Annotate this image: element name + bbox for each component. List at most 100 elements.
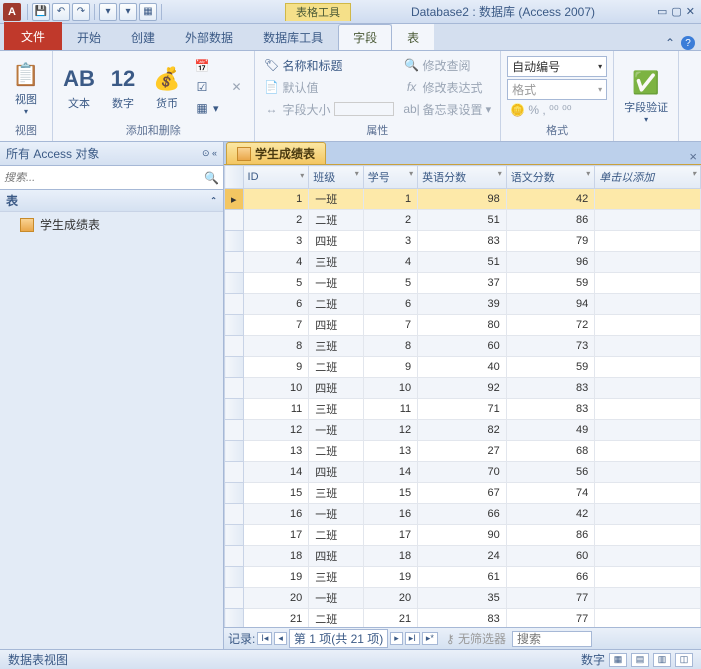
status-right-text: 数字 (581, 651, 605, 668)
qat-redo[interactable]: ↷ (72, 3, 90, 21)
format-opts: 🪙 % , ⁰⁰ ⁰⁰ (507, 102, 607, 118)
window-controls[interactable]: ▭▢✕ (655, 5, 697, 18)
tab-fields[interactable]: 字段 (338, 24, 392, 50)
format-combo[interactable]: 格式▾ (507, 79, 607, 100)
doc-tab[interactable]: 学生成绩表 (226, 142, 326, 164)
more-btn[interactable]: ▦▾ (191, 99, 222, 117)
group-format-label: 格式 (507, 121, 607, 139)
nav-item-student-scores[interactable]: 学生成绩表 (0, 212, 223, 237)
search-icon[interactable]: 🔍 (204, 171, 219, 185)
table-row[interactable]: 11三班117183 (225, 399, 701, 420)
delete-btn[interactable]: ✕ (226, 78, 248, 96)
view-button[interactable]: 📋视图▾ (6, 57, 46, 118)
view-datasheet[interactable]: ▦ (609, 653, 627, 667)
close-tab-button[interactable]: × (689, 149, 697, 164)
table-row[interactable]: 15三班156774 (225, 483, 701, 504)
tab-create[interactable]: 创建 (116, 24, 170, 50)
table-row[interactable]: 16一班166642 (225, 504, 701, 525)
table-row[interactable]: 21二班218377 (225, 609, 701, 628)
datetime-btn[interactable]: 📅 (191, 57, 222, 75)
table-row[interactable]: 10四班109283 (225, 378, 701, 399)
nav-new[interactable]: ▸* (422, 632, 438, 645)
nav-pane: 所有 Access 对象⊙ « 🔍 表⌃ 学生成绩表 (0, 142, 224, 649)
table-row[interactable]: 2二班25186 (225, 210, 701, 231)
nav-header[interactable]: 所有 Access 对象⊙ « (0, 142, 223, 166)
column-header[interactable]: 语文分数 ▾ (506, 166, 595, 189)
table-row[interactable]: 7四班78072 (225, 315, 701, 336)
app-icon: A (3, 3, 21, 21)
table-row[interactable]: 6二班63994 (225, 294, 701, 315)
name-title-btn[interactable]: 🏷名称和标题 (261, 56, 397, 75)
qat-btn-2[interactable]: ▾ (119, 3, 137, 21)
qat-btn-3[interactable]: ▦ (139, 3, 157, 21)
datatype-combo[interactable]: 自动编号▾ (507, 56, 607, 77)
table-row[interactable]: 3四班38379 (225, 231, 701, 252)
context-tab-header: 表格工具 (285, 3, 351, 21)
modify-lookup-btn: 🔍修改查阅 (401, 56, 495, 75)
column-header[interactable]: 班级 ▾ (309, 166, 363, 189)
table-icon (20, 218, 34, 232)
table-row[interactable]: 18四班182460 (225, 546, 701, 567)
tab-external[interactable]: 外部数据 (170, 24, 248, 50)
table-row[interactable]: 14四班147056 (225, 462, 701, 483)
table-row[interactable]: 12一班128249 (225, 420, 701, 441)
tab-file[interactable]: 文件 (4, 22, 62, 50)
nav-search[interactable]: 🔍 (0, 166, 223, 190)
table-row[interactable]: ▸1一班19842 (225, 189, 701, 210)
column-header[interactable]: ID ▾ (243, 166, 309, 189)
text-button[interactable]: AB文本 (59, 61, 99, 113)
qat-undo[interactable]: ↶ (52, 3, 70, 21)
status-left: 数据表视图 (8, 651, 68, 668)
table-row[interactable]: 13二班132768 (225, 441, 701, 462)
number-button[interactable]: 12数字 (103, 61, 143, 113)
group-properties-label: 属性 (261, 121, 495, 139)
filter-indicator[interactable]: ⚷ 无筛选器 (446, 630, 506, 647)
currency-button[interactable]: 💰货币 (147, 61, 187, 113)
table-row[interactable]: 20一班203577 (225, 588, 701, 609)
ribbon: 📋视图▾ 视图 AB文本 12数字 💰货币 📅 ☑ ▦▾ ✕ 添加和删除 🏷名称… (0, 50, 701, 142)
nav-next[interactable]: ▸ (390, 632, 403, 645)
tab-home[interactable]: 开始 (62, 24, 116, 50)
view-icon: 📋 (10, 59, 42, 91)
record-navigator[interactable]: 记录: I◂ ◂ 第 1 项(共 21 项) ▸ ▸I ▸* ⚷ 无筛选器 (224, 627, 701, 649)
lookup-icon: 🔍 (404, 57, 420, 73)
data-grid[interactable]: ID ▾班级 ▾学号 ▾英语分数 ▾语文分数 ▾单击以添加 ▾ ▸1一班1984… (224, 165, 701, 627)
status-bar: 数据表视图 数字 ▦ ▤ ▥ ◫ (0, 649, 701, 669)
help-icon[interactable]: ? (681, 36, 695, 50)
calendar-icon: 📅 (194, 58, 210, 74)
nav-first[interactable]: I◂ (257, 632, 272, 645)
table-row[interactable]: 17二班179086 (225, 525, 701, 546)
size-icon: ↔ (264, 101, 280, 117)
table-row[interactable]: 8三班86073 (225, 336, 701, 357)
column-header[interactable]: 英语分数 ▾ (418, 166, 507, 189)
nav-last[interactable]: ▸I (405, 632, 420, 645)
table-row[interactable]: 5一班53759 (225, 273, 701, 294)
table-row[interactable]: 9二班94059 (225, 357, 701, 378)
tab-table[interactable]: 表 (392, 24, 434, 50)
validation-button[interactable]: ✅字段验证▾ (620, 65, 672, 126)
modify-expr-btn: fx修改表达式 (401, 78, 495, 97)
column-header[interactable]: 学号 ▾ (363, 166, 417, 189)
tab-dbtools[interactable]: 数据库工具 (248, 24, 338, 50)
text-icon: AB (63, 63, 95, 95)
search-input[interactable] (4, 172, 204, 184)
view-design[interactable]: ▤ (631, 653, 649, 667)
titlebar: A 💾 ↶ ↷ ▾ ▾ ▦ 表格工具 Database2 : 数据库 (Acce… (0, 0, 701, 24)
nav-prev[interactable]: ◂ (274, 632, 287, 645)
view-other1[interactable]: ▥ (653, 653, 671, 667)
ribbon-min-icon[interactable]: ⌃ (665, 36, 675, 50)
table-row[interactable]: 19三班196166 (225, 567, 701, 588)
record-search[interactable] (512, 631, 592, 647)
column-header[interactable]: 单击以添加 ▾ (595, 166, 701, 189)
group-view-label: 视图 (6, 121, 46, 139)
tag-icon: 🏷 (264, 57, 280, 73)
yesno-btn[interactable]: ☑ (191, 78, 222, 96)
qat-save[interactable]: 💾 (32, 3, 50, 21)
field-size-btn: ↔字段大小 (261, 100, 397, 119)
nav-group-tables[interactable]: 表⌃ (0, 190, 223, 212)
nav-position[interactable]: 第 1 项(共 21 项) (289, 629, 388, 648)
table-row[interactable]: 4三班45196 (225, 252, 701, 273)
qat-btn-1[interactable]: ▾ (99, 3, 117, 21)
view-other2[interactable]: ◫ (675, 653, 693, 667)
number-icon: 12 (107, 63, 139, 95)
